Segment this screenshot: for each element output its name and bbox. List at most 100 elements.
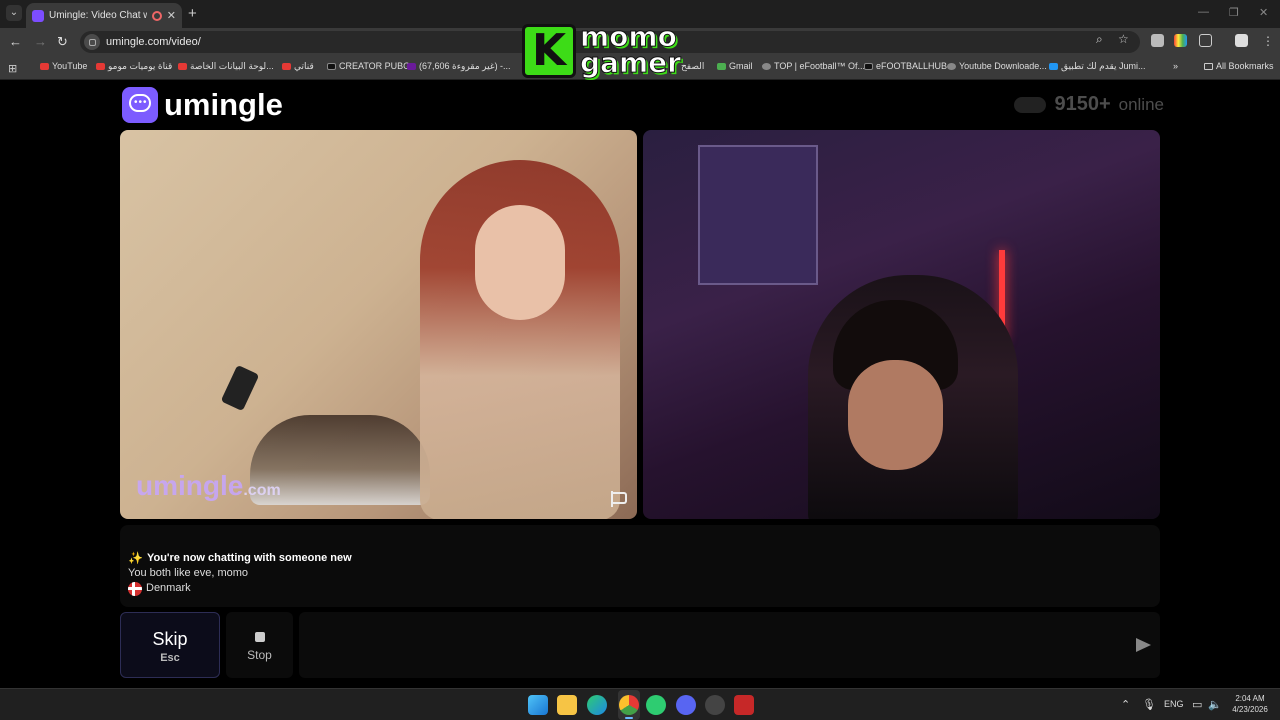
bookmark-yahoo-mail[interactable]: (67,606 غير مقروءة) -... xyxy=(407,61,511,72)
bookmark-jumia[interactable]: يقدم لك تطبيق Jumi... xyxy=(1049,61,1146,72)
gmail-icon xyxy=(717,62,726,70)
network-icon[interactable]: ▭ xyxy=(1192,698,1202,711)
chat-interests-text: You both like eve, momo xyxy=(128,567,249,579)
site-info-icon[interactable] xyxy=(84,34,100,50)
tab-title: Umingle: Video Chat with S xyxy=(49,10,147,21)
bookmark-my-channel[interactable]: قناتي xyxy=(282,61,314,72)
creator-icon xyxy=(327,62,336,70)
file-explorer-icon[interactable] xyxy=(557,695,577,715)
youtube-icon xyxy=(96,63,105,70)
browser-tab-umingle[interactable]: Umingle: Video Chat with S ✕ xyxy=(26,3,182,28)
edge-browser-icon[interactable] xyxy=(587,695,607,715)
zoom-icon[interactable]: ⌕ xyxy=(1096,32,1103,47)
bookmark-efootballhub[interactable]: eFOOTBALLHUB xyxy=(864,61,947,71)
volume-icon[interactable]: 🔈 xyxy=(1208,698,1222,711)
menu-kebab-icon[interactable]: ⋮ xyxy=(1262,34,1274,48)
umingle-watermark: umingle.com xyxy=(136,470,281,502)
more-bookmarks-chevron-icon[interactable]: » xyxy=(1173,61,1178,71)
self-video xyxy=(643,130,1160,519)
close-window-button[interactable]: ✕ xyxy=(1259,6,1268,19)
sparkles-icon: ✨ xyxy=(128,551,143,565)
yahoo-icon xyxy=(407,63,416,70)
chat-log: ✨ You're now chatting with someone new Y… xyxy=(120,525,1160,607)
stop-square-icon xyxy=(254,632,265,642)
folder-icon xyxy=(1204,62,1213,70)
online-count: 9150+ xyxy=(1054,93,1111,115)
video-phone xyxy=(220,364,260,412)
minimize-button[interactable]: — xyxy=(1198,6,1209,18)
tray-overflow-chevron-icon[interactable]: ⌃ xyxy=(1121,698,1130,711)
stop-button[interactable]: Stop xyxy=(226,612,293,678)
chat-country-text: Denmark xyxy=(146,582,191,594)
online-indicator: 9150+ online xyxy=(1014,93,1164,116)
send-icon[interactable] xyxy=(1136,638,1151,652)
efootball-icon xyxy=(762,62,771,70)
message-input[interactable] xyxy=(299,612,1160,678)
chat-country-line: Denmark xyxy=(128,581,1152,596)
logo-k-badge: K xyxy=(522,24,576,78)
chat-interests-line: You both like eve, momo xyxy=(128,566,1152,581)
reload-button[interactable]: ↻ xyxy=(57,34,68,50)
clock-date: 4/23/2026 xyxy=(1232,705,1268,714)
logo-word-gamer: gamer xyxy=(580,46,682,80)
efootballhub-icon xyxy=(864,62,873,70)
chat-bubble-logo-icon: ••• xyxy=(122,87,158,123)
tab-search-button[interactable]: ⌄ xyxy=(6,5,22,21)
downloader-icon xyxy=(947,62,956,70)
apps-grid-icon[interactable]: ⊞ xyxy=(8,62,17,75)
skip-button[interactable]: Skip Esc xyxy=(120,612,220,678)
red-app-icon[interactable] xyxy=(734,695,754,715)
url-text: umingle.com/video/ xyxy=(106,36,201,48)
umingle-favicon-icon xyxy=(32,9,44,22)
watermark-suffix: .com xyxy=(243,482,281,499)
bookmark-gmail[interactable]: Gmail xyxy=(717,61,753,71)
restore-button[interactable]: ❐ xyxy=(1229,6,1239,19)
obs-icon[interactable] xyxy=(705,695,725,715)
green-app-icon[interactable] xyxy=(646,695,666,715)
youtube-icon xyxy=(282,63,291,70)
clock-time: 2:04 AM xyxy=(1235,694,1265,703)
discord-icon[interactable] xyxy=(676,695,696,715)
stranger-video: umingle.com xyxy=(120,130,637,519)
jumia-icon xyxy=(1049,63,1058,70)
online-toggle[interactable] xyxy=(1014,96,1047,113)
bookmark-youtube-downloader[interactable]: Youtube Downloade... xyxy=(947,61,1047,71)
forward-button[interactable]: → xyxy=(34,34,47,49)
extensions-icon[interactable] xyxy=(1199,34,1212,47)
chrome-icon[interactable] xyxy=(619,695,639,715)
camera-extension-icon[interactable] xyxy=(1151,34,1164,47)
bookmark-star-icon[interactable]: ☆ xyxy=(1118,32,1129,46)
video-person-face xyxy=(475,205,565,320)
color-extension-icon[interactable] xyxy=(1174,34,1187,47)
system-clock[interactable]: 2:04 AM 4/23/2026 xyxy=(1228,693,1272,715)
microphone-icon[interactable]: 🎙 xyxy=(1142,698,1156,711)
site-logo[interactable]: ••• umingle xyxy=(122,87,283,123)
youtube-icon xyxy=(178,63,187,70)
new-tab-button[interactable]: + xyxy=(188,5,197,22)
windows-taskbar: ⌃ 🎙 ENG ▭ 🔈 2:04 AM 4/23/2026 xyxy=(0,688,1280,720)
video-shelf xyxy=(698,145,818,285)
bookmark-creator-pubg[interactable]: CREATOR PUBG xyxy=(327,61,410,71)
skip-label: Skip xyxy=(152,629,188,649)
chat-status-text: You're now chatting with someone new xyxy=(146,552,352,564)
stop-label: Stop xyxy=(247,648,272,662)
online-label: online xyxy=(1118,94,1164,114)
streamer-logo-overlay: K momo gamer xyxy=(522,20,698,80)
bookmark-momo-diary[interactable]: قناة يوميات مومو xyxy=(96,61,172,72)
bookmark-efootball-top[interactable]: TOP | eFootball™ Of... xyxy=(762,61,865,71)
video-person-self-face xyxy=(848,360,943,470)
tab-close-button[interactable]: ✕ xyxy=(167,9,176,22)
denmark-flag-icon xyxy=(128,581,142,596)
all-bookmarks-folder[interactable]: All Bookmarks xyxy=(1204,61,1274,71)
language-indicator[interactable]: ENG xyxy=(1164,699,1184,709)
start-menu-icon[interactable] xyxy=(528,695,548,715)
chat-status-line: ✨ You're now chatting with someone new xyxy=(128,551,1152,566)
bookmark-youtube[interactable]: YouTube xyxy=(40,61,87,71)
watermark-main: umingle xyxy=(136,470,244,501)
umingle-page: ••• umingle 9150+ online umingle.com ✨ Y… xyxy=(0,81,1280,688)
site-name: umingle xyxy=(164,87,283,122)
back-button[interactable]: ← xyxy=(9,34,22,49)
report-flag-icon[interactable] xyxy=(609,491,627,507)
profile-avatar-icon[interactable] xyxy=(1235,34,1248,47)
bookmark-dashboard[interactable]: لوحة البيانات الخاصة... xyxy=(178,61,274,72)
